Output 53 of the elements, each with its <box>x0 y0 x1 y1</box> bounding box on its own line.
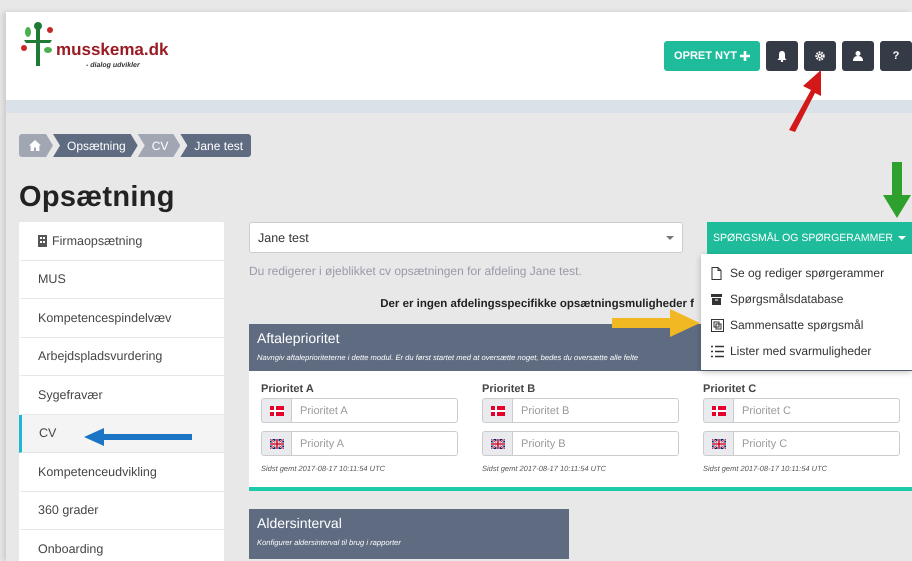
dropdown-item[interactable]: Sammensatte spørgsmål <box>701 312 912 338</box>
danish-flag-icon <box>712 406 726 416</box>
building-icon <box>38 234 47 247</box>
clone-icon <box>711 318 724 332</box>
sidebar-item[interactable]: Onboarding <box>19 530 224 561</box>
help-button[interactable]: ? <box>880 41 912 71</box>
bell-icon <box>776 50 788 62</box>
breadcrumb-link[interactable]: Jane test <box>180 134 252 157</box>
danish-flag-icon <box>490 406 504 416</box>
notifications-button[interactable] <box>766 41 798 71</box>
settings-icon <box>814 50 826 62</box>
text-input[interactable]: Priority A <box>291 431 458 456</box>
sidebar-item[interactable]: Kompetencespindelvæv <box>19 299 224 338</box>
text-input[interactable]: Prioritet B <box>512 398 679 423</box>
british-flag-icon <box>490 438 504 448</box>
panel-title: Aldersinterval <box>257 515 342 531</box>
sidebar-item[interactable]: Arbejdspladsvurdering <box>19 338 224 376</box>
text-input[interactable]: Prioritet C <box>733 398 900 423</box>
plus-icon <box>740 51 750 61</box>
text-input[interactable]: Priority C <box>733 431 900 456</box>
field-label: Prioritet A <box>261 383 315 395</box>
dropdown-item[interactable]: Spørgsmålsdatabase <box>701 286 912 312</box>
dropdown-item[interactable]: Lister med svarmuligheder <box>701 338 912 364</box>
sidebar-item[interactable]: 360 grader <box>19 492 224 530</box>
field-label: Prioritet B <box>482 383 536 395</box>
department-select[interactable]: Jane test <box>249 222 683 253</box>
archive-icon <box>711 292 724 306</box>
notice-text: Der er ingen afdelingsspecifikke opsætningsmuligheder f <box>380 298 694 310</box>
list-icon <box>711 344 724 358</box>
sidebar-item[interactable]: Kompetenceudvikling <box>19 453 224 492</box>
text-input[interactable]: Prioritet A <box>291 398 458 423</box>
text-input[interactable]: Priority B <box>512 431 679 456</box>
caret-icon <box>898 236 906 240</box>
danish-flag-icon <box>270 406 284 416</box>
field-label: Prioritet C <box>703 383 758 395</box>
editing-note: Du redigerer i øjeblikket cv opsætningen for afdeling Jane test. <box>249 264 582 278</box>
annotation-arrow <box>882 162 912 218</box>
home-icon <box>29 140 41 151</box>
dropdown-item[interactable]: Se og rediger spørgerammer <box>701 260 912 286</box>
profile-button[interactable] <box>842 41 874 71</box>
panel-title: Aftaleprioritet <box>257 330 340 346</box>
breadcrumb-link[interactable]: Opsætning <box>53 134 138 157</box>
settings-button[interactable] <box>804 41 836 71</box>
sidebar-item[interactable]: MUS <box>19 260 224 299</box>
british-flag-icon <box>270 438 284 448</box>
british-flag-icon <box>712 438 726 448</box>
user-icon <box>852 50 864 62</box>
tree-logo-icon <box>20 20 56 66</box>
page-title: Opsætning <box>19 181 175 214</box>
logo-text: musskema.dk <box>56 40 168 60</box>
caret-icon <box>666 236 674 240</box>
sidebar-item[interactable]: Firmaopsætning <box>19 222 224 260</box>
file-icon <box>711 266 724 280</box>
